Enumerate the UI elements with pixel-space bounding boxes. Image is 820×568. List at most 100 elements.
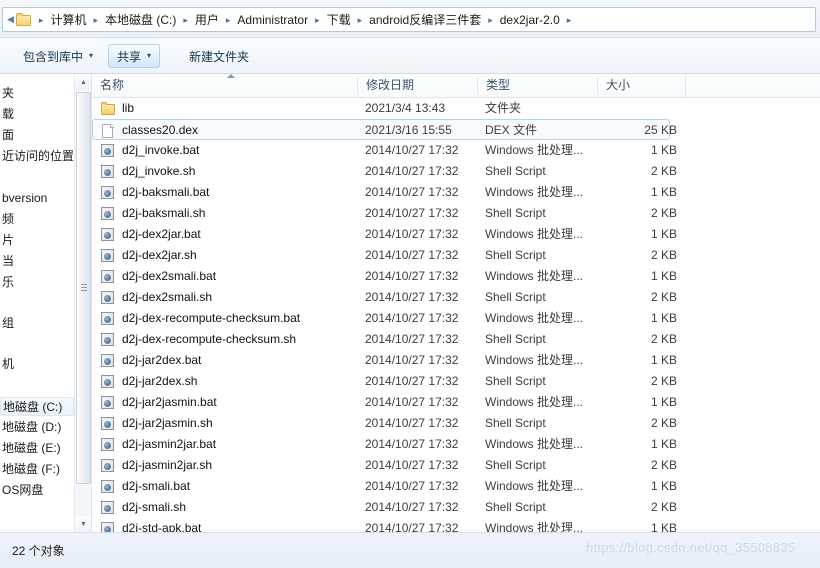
- column-header-date-modified[interactable]: 修改日期: [358, 74, 477, 97]
- file-row[interactable]: d2j-dex-recompute-checksum.sh 2014/10/27 …: [92, 329, 820, 350]
- share-button[interactable]: 共享 ▾: [108, 44, 161, 68]
- nav-item[interactable]: 地磁盘 (E:): [0, 439, 61, 458]
- file-name-cell[interactable]: d2j-jasmin2jar.sh: [100, 455, 212, 476]
- nav-item[interactable]: 地磁盘 (D:): [0, 418, 61, 437]
- navigation-scrollbar-thumb[interactable]: [76, 92, 91, 484]
- file-row[interactable]: d2j-jar2dex.sh 2014/10/27 17:32 Shell Scri…: [92, 371, 820, 392]
- file-row[interactable]: d2j-smali.sh 2014/10/27 17:32 Shell Script…: [92, 497, 820, 518]
- file-row[interactable]: d2j-smali.bat 2014/10/27 17:32 Windows 批处理…: [92, 476, 820, 497]
- file-name-cell[interactable]: d2j-dex2jar.bat: [100, 224, 201, 245]
- file-name-cell[interactable]: d2j-jar2dex.sh: [100, 371, 197, 392]
- file-name-cell[interactable]: d2j-dex2smali.bat: [100, 266, 216, 287]
- file-size-cell: 1 KB: [650, 521, 677, 532]
- nav-item-label: 片: [2, 233, 15, 247]
- file-row[interactable]: d2j-dex2jar.sh 2014/10/27 17:32 Shell Scri…: [92, 245, 820, 266]
- file-name-cell[interactable]: d2j_invoke.bat: [100, 140, 199, 161]
- nav-item[interactable]: OS网盘: [0, 481, 43, 500]
- file-name-cell[interactable]: d2j-dex-recompute-checksum.sh: [100, 329, 296, 350]
- file-type-cell: Windows 批处理...: [485, 269, 584, 283]
- file-name-cell[interactable]: d2j-jar2jasmin.sh: [100, 413, 213, 434]
- address-path-field[interactable]: ◀ ▸ 计算机 ▸ 本地磁盘 (C:) ▸ 用户 ▸ Administrator…: [2, 7, 816, 32]
- chevron-down-icon[interactable]: ▾: [89, 52, 93, 60]
- file-name-cell[interactable]: d2j-smali.bat: [100, 476, 190, 497]
- file-name-cell[interactable]: d2j-baksmali.bat: [100, 182, 209, 203]
- file-row[interactable]: lib 2021/3/4 13:43 文件夹: [92, 98, 820, 119]
- file-row[interactable]: d2j_invoke.sh 2014/10/27 17:32 Shell Scrip…: [92, 161, 820, 182]
- file-row[interactable]: d2j-jar2jasmin.bat 2014/10/27 17:32 Window…: [92, 392, 820, 413]
- file-name-cell[interactable]: d2j-dex2smali.sh: [100, 287, 212, 308]
- file-row[interactable]: d2j-jar2jasmin.sh 2014/10/27 17:32 Shell S…: [92, 413, 820, 434]
- file-row[interactable]: classes20.dex 2021/3/16 15:55 DEX 文件 25 KB: [92, 119, 677, 141]
- script-file-icon: [100, 521, 116, 532]
- file-name-cell[interactable]: d2j-jasmin2jar.bat: [100, 434, 216, 455]
- nav-item[interactable]: 组: [0, 314, 14, 333]
- scroll-up-arrow-icon[interactable]: ▲: [75, 74, 91, 90]
- breadcrumb-downloads[interactable]: 下载: [324, 11, 354, 29]
- new-folder-button[interactable]: 新建文件夹: [180, 44, 258, 68]
- nav-item-label: 当: [2, 254, 15, 268]
- script-file-icon: [100, 290, 116, 306]
- file-type-cell: Windows 批处理...: [485, 143, 584, 157]
- script-file-icon: [100, 395, 116, 411]
- column-header-name[interactable]: 名称: [92, 74, 357, 97]
- file-size-cell: 1 KB: [650, 143, 677, 157]
- breadcrumb-local-disk-c[interactable]: 本地磁盘 (C:): [102, 11, 179, 29]
- file-name-cell[interactable]: d2j-smali.sh: [100, 497, 186, 518]
- file-row[interactable]: d2j-dex2smali.bat 2014/10/27 17:32 Windows…: [92, 266, 820, 287]
- file-name-cell[interactable]: d2j-baksmali.sh: [100, 203, 205, 224]
- navigation-scrollbar[interactable]: ▲ ▼: [74, 74, 91, 532]
- nav-item[interactable]: 片: [0, 231, 14, 250]
- breadcrumb-android-tools[interactable]: android反编译三件套: [366, 11, 484, 29]
- file-name-cell[interactable]: lib: [100, 98, 134, 119]
- file-name-cell[interactable]: d2j_invoke.sh: [100, 161, 195, 182]
- file-name-cell[interactable]: d2j-jar2dex.bat: [100, 350, 201, 371]
- column-divider[interactable]: [685, 74, 686, 98]
- column-header-name-label: 名称: [100, 78, 125, 92]
- file-row[interactable]: d2j-jasmin2jar.sh 2014/10/27 17:32 Shell S…: [92, 455, 820, 476]
- breadcrumb-users[interactable]: 用户: [192, 11, 222, 29]
- nav-item[interactable]: 面: [0, 126, 14, 145]
- breadcrumb-computer[interactable]: 计算机: [47, 11, 89, 29]
- file-date-cell: 2014/10/27 17:32: [365, 416, 459, 430]
- nav-item[interactable]: bversion: [0, 189, 47, 208]
- file-size-cell: 2 KB: [650, 332, 677, 346]
- file-row[interactable]: d2j-baksmali.sh 2014/10/27 17:32 Shell Scr…: [92, 203, 820, 224]
- file-row[interactable]: d2j-jasmin2jar.bat 2014/10/27 17:32 Window…: [92, 434, 820, 455]
- file-name-cell[interactable]: d2j-jar2jasmin.bat: [100, 392, 217, 413]
- column-header-type[interactable]: 类型: [478, 74, 597, 97]
- file-name-cell[interactable]: d2j-std-apk.bat: [100, 518, 201, 532]
- chevron-down-icon[interactable]: ▾: [147, 52, 151, 60]
- file-name-cell[interactable]: d2j-dex-recompute-checksum.bat: [100, 308, 300, 329]
- nav-item[interactable]: 夹: [0, 84, 14, 103]
- file-date-cell: 2014/10/27 17:32: [365, 458, 459, 472]
- include-in-library-button[interactable]: 包含到库中 ▾: [14, 44, 102, 68]
- file-size-cell: 25 KB: [644, 123, 677, 137]
- nav-item[interactable]: 频: [0, 210, 14, 229]
- nav-item[interactable]: 地磁盘 (C:): [0, 397, 74, 416]
- breadcrumb-separator: ▸: [38, 14, 44, 25]
- column-header-size[interactable]: 大小: [598, 74, 685, 97]
- file-date-cell: 2014/10/27 17:32: [365, 479, 459, 493]
- file-row[interactable]: d2j_invoke.bat 2014/10/27 17:32 Windows 批处…: [92, 140, 820, 161]
- file-row[interactable]: d2j-jar2dex.bat 2014/10/27 17:32 Windows 批…: [92, 350, 820, 371]
- chevron-left-icon[interactable]: ◀: [7, 15, 14, 24]
- script-file-icon: [100, 248, 116, 264]
- nav-item[interactable]: 载: [0, 105, 14, 124]
- file-row[interactable]: d2j-baksmali.bat 2014/10/27 17:32 Windows …: [92, 182, 820, 203]
- nav-item[interactable]: 机: [0, 355, 14, 374]
- toolbar: 包含到库中 ▾ 共享 ▾ 新建文件夹: [0, 38, 820, 74]
- file-name-cell[interactable]: d2j-dex2jar.sh: [100, 245, 197, 266]
- nav-item[interactable]: 近访问的位置: [0, 147, 74, 166]
- nav-item[interactable]: 地磁盘 (F:): [0, 460, 60, 479]
- scroll-down-arrow-icon[interactable]: ▼: [75, 516, 91, 532]
- nav-item[interactable]: 乐: [0, 273, 14, 292]
- file-row[interactable]: d2j-dex-recompute-checksum.bat 2014/10/27…: [92, 308, 820, 329]
- breadcrumb-administrator[interactable]: Administrator: [234, 11, 311, 29]
- file-row[interactable]: d2j-std-apk.bat 2014/10/27 17:32 Windows 批…: [92, 518, 820, 532]
- file-row[interactable]: d2j-dex2smali.sh 2014/10/27 17:32 Shell Sc…: [92, 287, 820, 308]
- breadcrumb-dex2jar[interactable]: dex2jar-2.0: [497, 11, 563, 29]
- nav-item[interactable]: 当: [0, 252, 14, 271]
- file-name-cell[interactable]: classes20.dex: [100, 120, 198, 141]
- file-row[interactable]: d2j-dex2jar.bat 2014/10/27 17:32 Windows 批…: [92, 224, 820, 245]
- file-date-cell: 2014/10/27 17:32: [365, 353, 459, 367]
